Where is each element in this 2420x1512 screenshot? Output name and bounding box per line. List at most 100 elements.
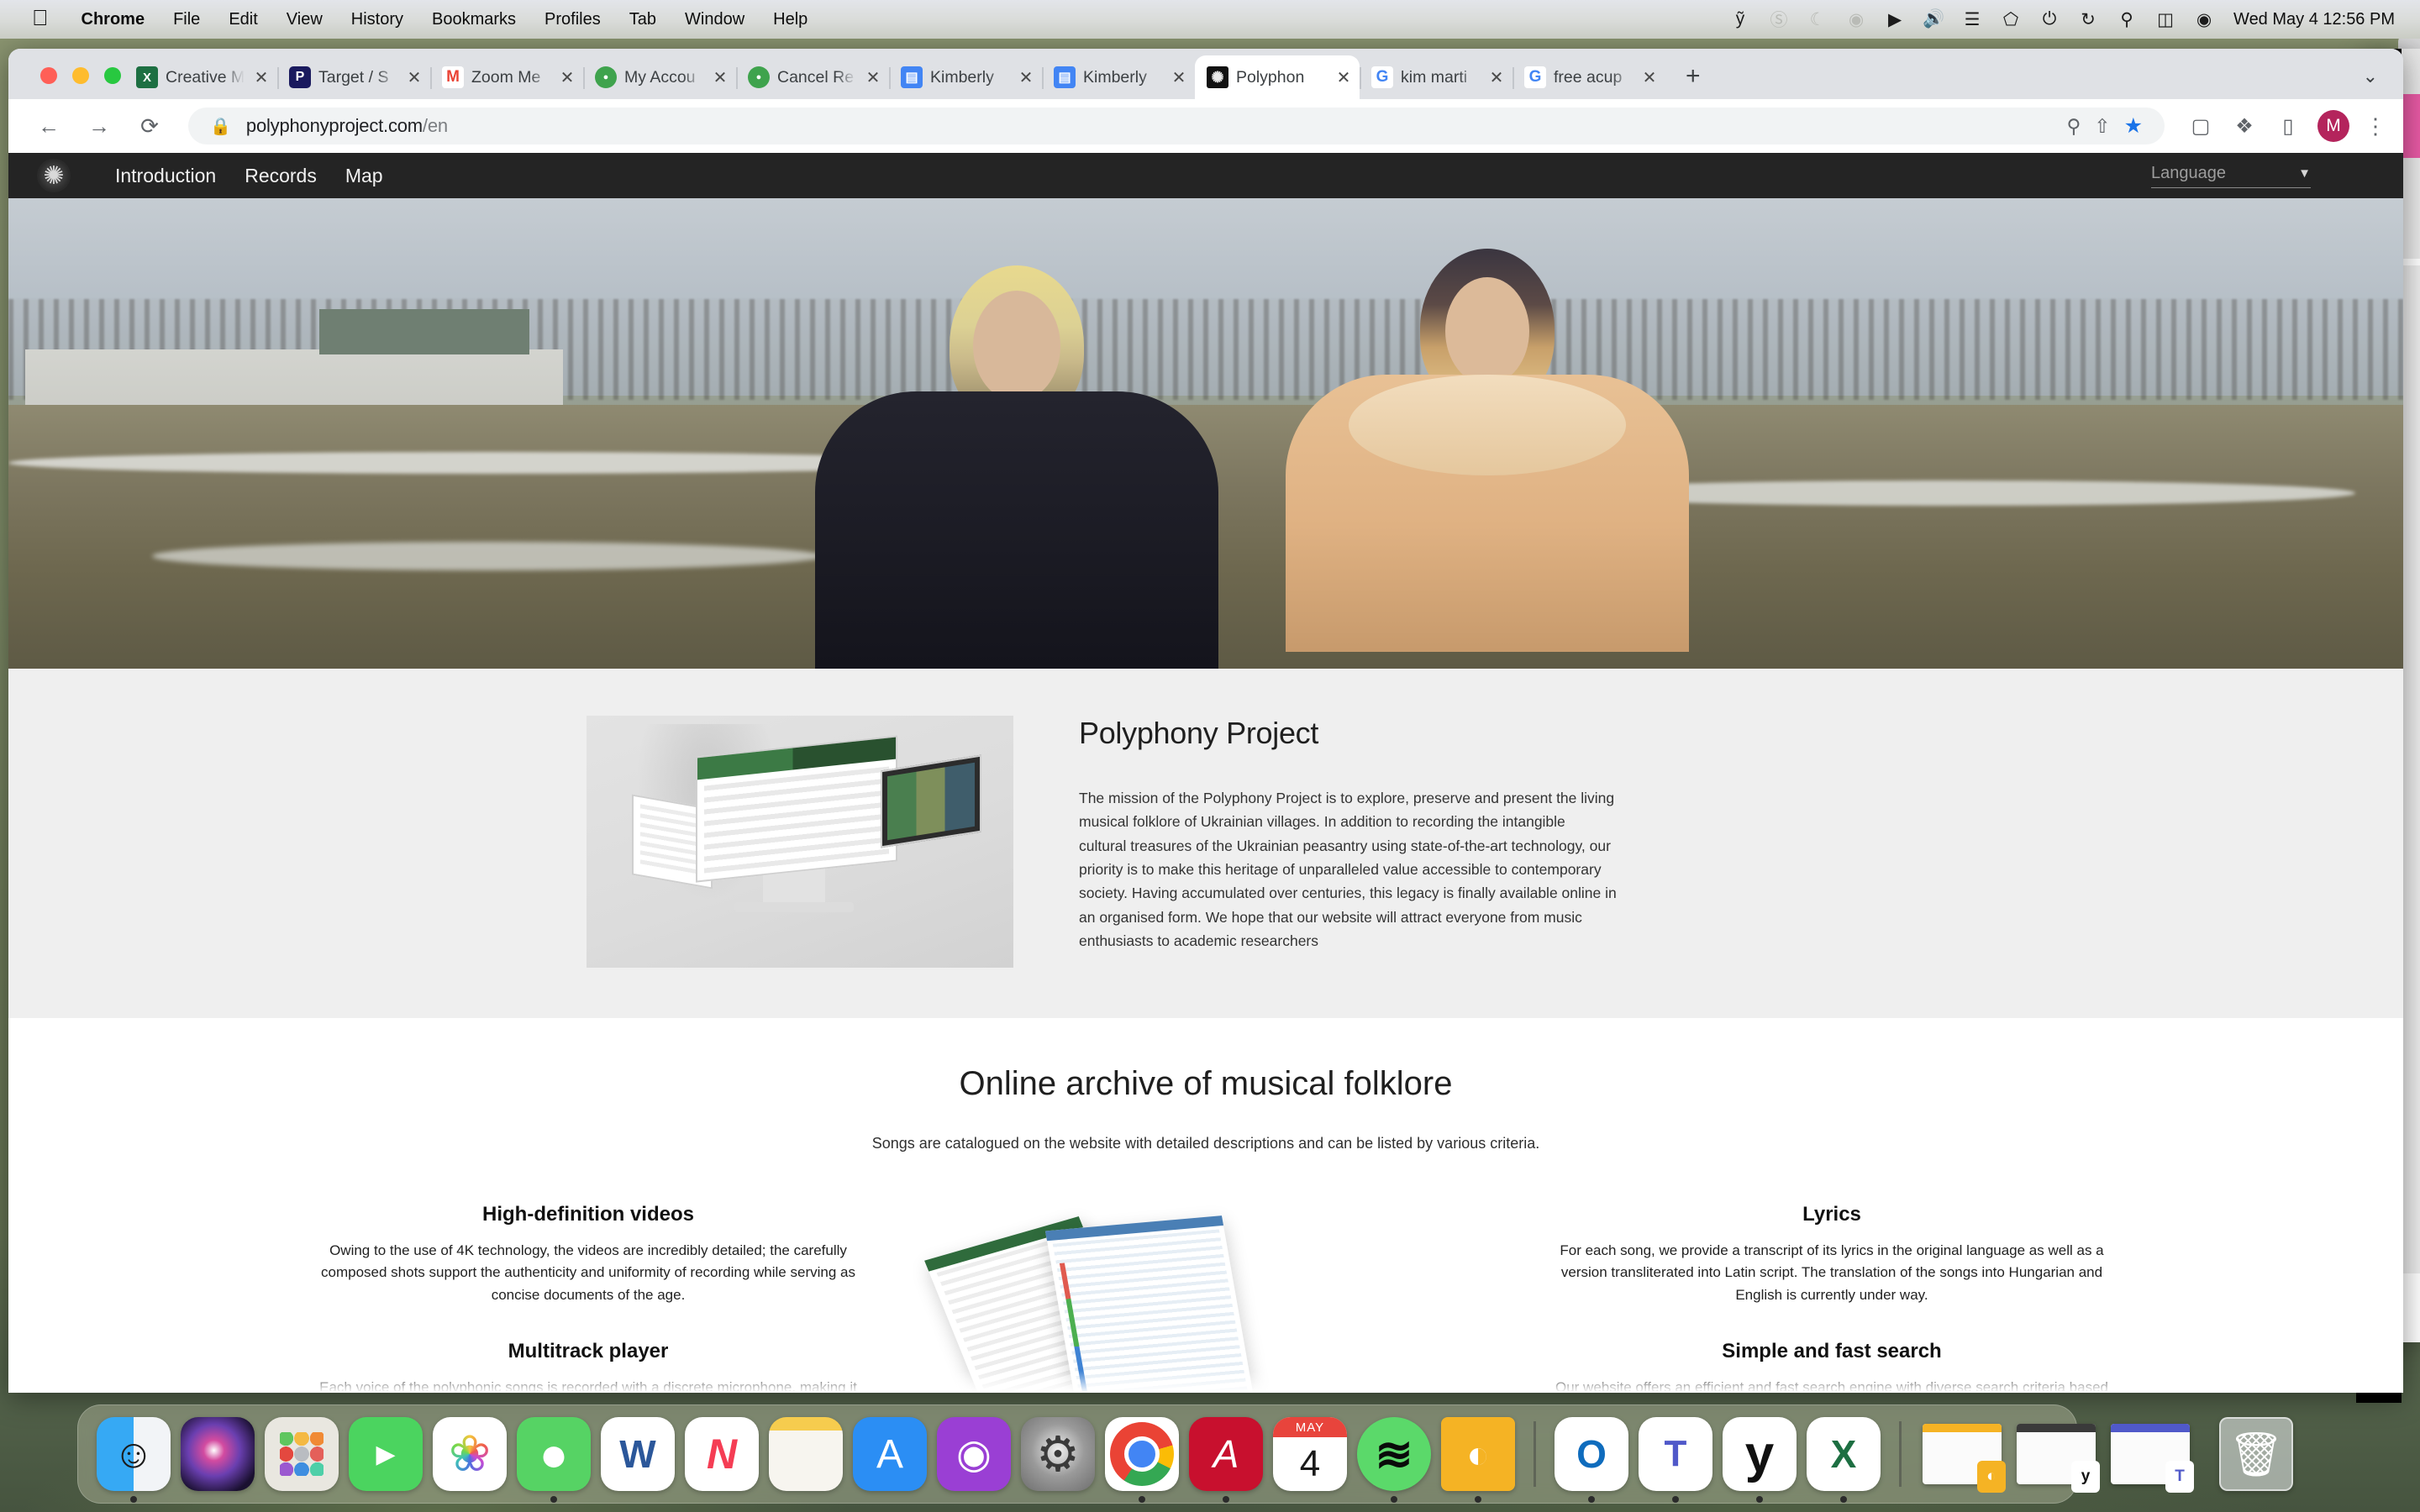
dock-item-facetime[interactable] <box>345 1414 426 1494</box>
menu-item-tab[interactable]: Tab <box>615 10 671 29</box>
tab-close-icon[interactable]: ✕ <box>864 67 882 88</box>
extensions-puzzle-icon[interactable]: ❖ <box>2230 114 2259 139</box>
vonage-icon[interactable]: ỹ <box>1721 9 1760 29</box>
dock-item-calendar[interactable]: MAY 4 <box>1270 1414 1350 1494</box>
menu-item-edit[interactable]: Edit <box>214 10 271 29</box>
back-button[interactable]: ← <box>27 104 71 148</box>
tab-polyphony-active[interactable]: Polyphon ✕ <box>1195 55 1360 99</box>
dock-item-appstore[interactable] <box>850 1414 930 1494</box>
tab-close-icon[interactable]: ✕ <box>1334 67 1353 88</box>
dock-item-podcasts[interactable] <box>934 1414 1014 1494</box>
dock-item-keep[interactable] <box>1438 1414 1518 1503</box>
menu-item-profiles[interactable]: Profiles <box>530 10 615 29</box>
dock-item-chrome[interactable] <box>1102 1414 1182 1503</box>
running-indicator <box>1391 1496 1397 1503</box>
tab-zoom-meeting[interactable]: Zoom Me ✕ <box>430 55 583 99</box>
dock-item-photos[interactable] <box>429 1414 510 1494</box>
zoom-out-icon[interactable]: ⚲ <box>2066 115 2081 138</box>
minimized-window-vonage[interactable]: y <box>2011 1414 2102 1494</box>
nav-link-map[interactable]: Map <box>331 165 397 187</box>
menu-item-bookmarks[interactable]: Bookmarks <box>418 10 530 29</box>
dock-item-teams[interactable] <box>1635 1414 1716 1503</box>
dock-item-messages[interactable] <box>513 1414 594 1503</box>
dock-item-settings[interactable] <box>1018 1414 1098 1494</box>
chrome-menu-icon[interactable]: ⋮ <box>2365 115 2386 137</box>
bookmark-star-icon[interactable]: ★ <box>2124 113 2143 139</box>
wifi-icon[interactable]: ☰ <box>1953 9 1991 30</box>
tab-my-account[interactable]: My Accou ✕ <box>583 55 736 99</box>
dock-item-news[interactable] <box>681 1414 762 1494</box>
moon-icon[interactable]: ☾ <box>1798 9 1837 30</box>
tab-kimberly-2[interactable]: Kimberly ✕ <box>1042 55 1195 99</box>
bluetooth-icon[interactable]: ⬠ <box>1991 9 2030 30</box>
dock-item-word[interactable] <box>597 1414 678 1494</box>
dock-item-outlook[interactable] <box>1551 1414 1632 1503</box>
profile-avatar[interactable]: M <box>2317 110 2349 142</box>
hero-video[interactable]: ▶ <box>8 198 2403 669</box>
dock-item-trash[interactable] <box>2216 1414 2296 1494</box>
polyphony-logo-icon[interactable]: ✺ <box>37 159 71 192</box>
dock-item-notes[interactable] <box>765 1414 846 1494</box>
dock-item-launchpad[interactable] <box>261 1414 342 1494</box>
tab-close-icon[interactable]: ✕ <box>252 67 271 88</box>
tab-close-icon[interactable]: ✕ <box>1487 67 1506 88</box>
tab-close-icon[interactable]: ✕ <box>1017 67 1035 88</box>
airdrop-icon[interactable]: ◉ <box>1837 9 1876 30</box>
forward-button[interactable]: → <box>77 104 121 148</box>
spotlight-icon[interactable]: ⚲ <box>2107 9 2146 30</box>
control-center-icon[interactable]: ◫ <box>2146 9 2185 30</box>
volume-icon[interactable]: 🔊 <box>1914 9 1953 29</box>
time-machine-icon[interactable]: ↻ <box>2069 9 2107 30</box>
maximize-window-button[interactable] <box>104 67 121 84</box>
dock-item-spotify[interactable] <box>1354 1414 1434 1503</box>
minimize-window-button[interactable] <box>72 67 89 84</box>
tab-close-icon[interactable]: ✕ <box>1170 67 1188 88</box>
menu-item-chrome[interactable]: Chrome <box>67 10 160 29</box>
toolbar-end-actions: ▢ ❖ ▯ M ⋮ <box>2181 110 2386 142</box>
minimized-window-teams[interactable]: T <box>2105 1414 2196 1494</box>
dock-item-vonage[interactable] <box>1719 1414 1800 1503</box>
tab-close-icon[interactable]: ✕ <box>1640 67 1659 88</box>
menu-item-window[interactable]: Window <box>671 10 759 29</box>
tab-close-icon[interactable]: ✕ <box>711 67 729 88</box>
siri-icon[interactable]: ◉ <box>2185 9 2223 30</box>
tab-close-icon[interactable]: ✕ <box>405 67 424 88</box>
menu-item-file[interactable]: File <box>159 10 214 29</box>
minimized-window-keep[interactable]: ◐ <box>1917 1414 2007 1494</box>
language-selector[interactable]: Language ▼ <box>2151 164 2311 188</box>
dock-item-excel[interactable] <box>1803 1414 1884 1503</box>
address-bar[interactable]: 🔒 polyphonyproject.com/en ⚲ ⇧ ★ <box>188 108 2165 144</box>
running-indicator <box>1139 1496 1145 1503</box>
tab-creative[interactable]: Creative M ✕ <box>124 55 277 99</box>
menu-bar-clock[interactable]: Wed May 4 12:56 PM <box>2223 10 2395 29</box>
menu-item-help[interactable]: Help <box>759 10 822 29</box>
tab-cancel-reservation[interactable]: Cancel Re ✕ <box>736 55 889 99</box>
monitor-center <box>696 735 897 883</box>
tab-free-acupuncture[interactable]: free acup ✕ <box>1512 55 1665 99</box>
now-playing-icon[interactable]: ▶ <box>1876 9 1914 30</box>
calendar-day: 4 <box>1299 1443 1321 1484</box>
tab-close-icon[interactable]: ✕ <box>558 67 576 88</box>
share-icon[interactable]: ⇧ <box>2094 115 2110 138</box>
new-tab-button[interactable]: + <box>1665 62 1721 99</box>
reading-list-icon[interactable]: ▢ <box>2186 114 2215 139</box>
dock-item-finder[interactable] <box>93 1414 174 1503</box>
tab-separator <box>736 67 738 89</box>
grammarly-icon[interactable]: Ⓢ <box>1760 7 1798 32</box>
fur-collar <box>1349 375 1626 475</box>
side-panel-icon[interactable]: ▯ <box>2274 114 2302 139</box>
tab-kim-marti[interactable]: kim marti ✕ <box>1360 55 1512 99</box>
tab-target[interactable]: Target / S ✕ <box>277 55 430 99</box>
dock-item-siri[interactable] <box>177 1414 258 1494</box>
reload-button[interactable]: ⟳ <box>128 104 171 148</box>
dock-item-acrobat[interactable] <box>1186 1414 1266 1503</box>
nav-link-introduction[interactable]: Introduction <box>101 165 230 187</box>
nav-link-records[interactable]: Records <box>230 165 331 187</box>
apple-icon[interactable]:  <box>13 7 67 32</box>
close-window-button[interactable] <box>40 67 57 84</box>
menu-item-history[interactable]: History <box>337 10 418 29</box>
battery-charging-icon[interactable]: ⏻ <box>2030 9 2069 29</box>
tab-kimberly-1[interactable]: Kimberly ✕ <box>889 55 1042 99</box>
menu-item-view[interactable]: View <box>272 10 337 29</box>
tab-search-chevron-down-icon[interactable]: ⌄ <box>2363 66 2403 99</box>
